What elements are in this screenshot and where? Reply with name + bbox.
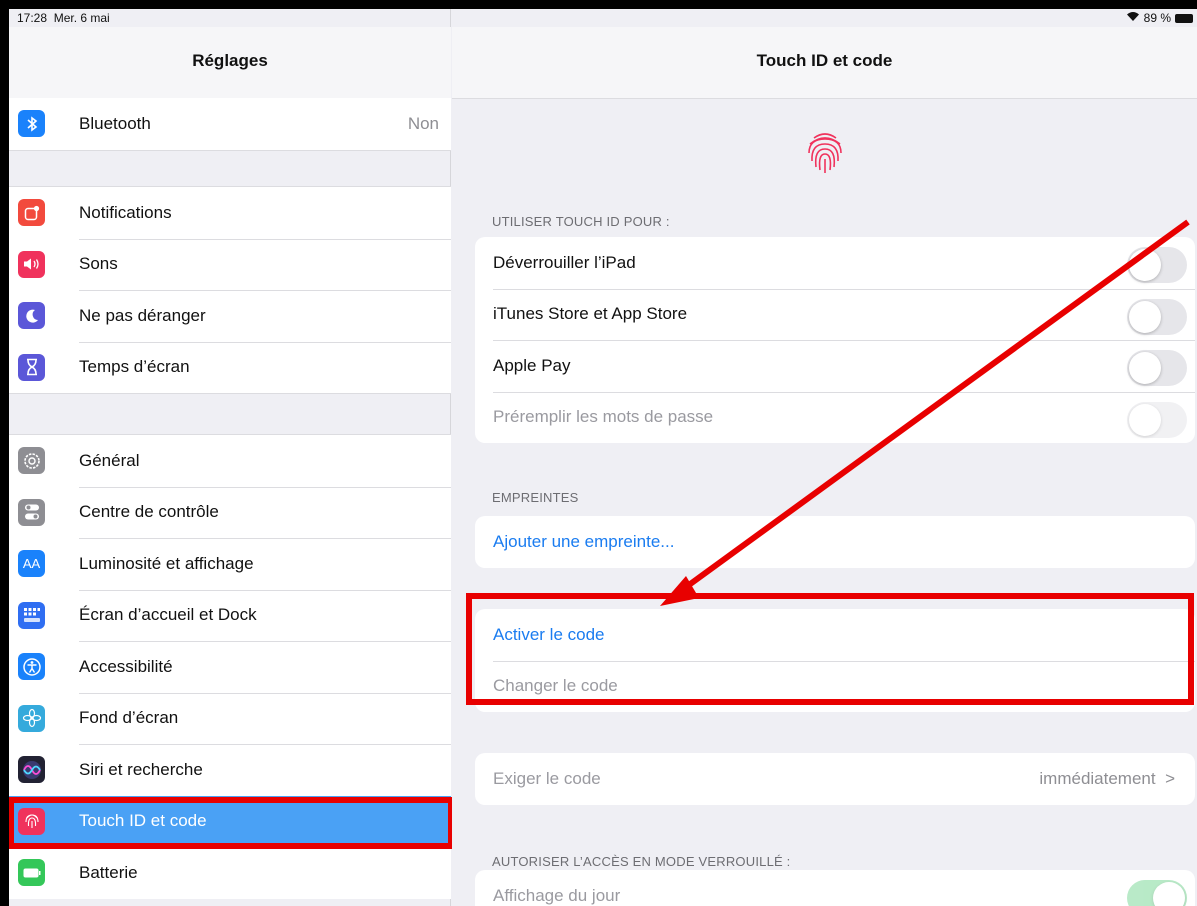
row-label: Apple Pay [493,355,571,375]
row-label: Déverrouiller l’iPad [493,252,636,272]
wifi-icon [1126,11,1140,25]
notifications-icon [18,199,45,226]
battery-percentage: 89 % [1143,11,1171,25]
bluetooth-icon [18,110,45,137]
sidebar-item-sons[interactable]: Sons [9,238,451,291]
sidebar-item-general[interactable]: Général [9,435,451,487]
speaker-icon [18,250,45,278]
sidebar-item-accessibilite[interactable]: Accessibilité [9,641,451,693]
require-code-value: immédiatement > [1039,768,1175,788]
sidebar-group-notifications: Notifications Sons Ne pas déranger Temps… [9,186,451,394]
fingerprint-icon [808,133,842,173]
sidebar-item-label: Bluetooth [79,113,151,133]
change-code-button[interactable]: Changer le code [475,660,1195,713]
row-label: Affichage du jour [493,885,621,905]
fingerprints-card: Ajouter une empreinte... [475,516,1195,568]
row-deverrouiller-ipad: Déverrouiller l’iPad [475,237,1195,289]
home-grid-icon [18,601,45,629]
touch-id-options-card: Déverrouiller l’iPad iTunes Store et App… [475,237,1195,443]
row-label: Préremplir les mots de passe [493,407,714,427]
sidebar-item-label: Accessibilité [79,656,173,676]
row-label: Ajouter une empreinte... [493,531,675,551]
sidebar-title: Réglages [192,51,268,70]
sidebar-item-label: Notifications [79,202,172,222]
toggles-icon [18,498,45,526]
autofill-passwords-toggle[interactable] [1127,401,1187,438]
sidebar-item-label: Écran d’accueil et Dock [79,605,257,625]
itunes-app-store-toggle[interactable] [1127,298,1187,335]
sidebar-item-label: Ne pas déranger [79,305,206,325]
sidebar-header: Réglages [9,27,451,99]
sidebar-item-temps-ecran[interactable]: Temps d’écran [9,341,451,394]
accessibility-icon [18,653,45,680]
battery-icon [1175,13,1193,23]
locked-access-card: Affichage du jour [475,870,1195,906]
chevron-right-icon: > [1165,768,1175,788]
sidebar-item-centre-de-controle[interactable]: Centre de contrôle [9,486,451,539]
row-preremplir-mots-de-passe: Préremplir les mots de passe [475,391,1195,444]
sidebar-item-label: Siri et recherche [79,759,203,779]
sidebar-item-label: Batterie [79,862,138,882]
sidebar-item-label: Touch ID et code [79,811,207,831]
apple-pay-toggle[interactable] [1127,350,1187,386]
sidebar-group-general: Général Centre de contrôle AA Luminosité… [9,434,451,899]
sidebar-item-bluetooth[interactable]: Bluetooth Non [9,98,451,150]
sidebar-item-label: Centre de contrôle [79,502,219,522]
battery-icon [18,859,45,886]
sidebar-group-connectivity: Bluetooth Non [9,98,451,151]
sidebar-item-batterie[interactable]: Batterie [9,847,451,899]
gear-icon [18,447,45,474]
row-label: Exiger le code [493,768,601,788]
section-header-locked-access: AUTORISER L’ACCÈS EN MODE VERROUILLÉ : [492,854,791,869]
status-right: 89 % [1126,11,1193,25]
sidebar-item-label: Temps d’écran [79,357,190,377]
status-time: 17:28 Mer. 6 mai [17,11,110,25]
activate-code-button[interactable]: Activer le code [475,609,1195,661]
add-fingerprint-button[interactable]: Ajouter une empreinte... [475,516,1195,568]
detail-pane: Touch ID et code UTILISER TOUCH ID POUR … [452,9,1197,906]
settings-sidebar: Réglages Bluetooth Non Notifications Son… [9,9,454,906]
row-apple-pay: Apple Pay [475,340,1195,392]
row-itunes-app-store: iTunes Store et App Store [475,288,1195,341]
siri-icon [18,756,45,783]
section-header-empreintes: EMPREINTES [492,490,579,505]
today-view-toggle[interactable] [1127,880,1187,906]
sidebar-item-luminosite[interactable]: AA Luminosité et affichage [9,538,451,590]
sidebar-item-fond-ecran[interactable]: Fond d’écran [9,692,451,745]
unlock-ipad-toggle[interactable] [1127,247,1187,283]
row-label: Changer le code [493,676,618,696]
hourglass-icon [18,353,45,381]
section-header-touch-id: UTILISER TOUCH ID POUR : [492,214,670,229]
detail-title: Touch ID et code [756,51,893,70]
row-label: Activer le code [493,624,605,644]
moon-icon [18,302,45,329]
sidebar-item-ecran-accueil-dock[interactable]: Écran d’accueil et Dock [9,589,451,642]
detail-header: Touch ID et code [452,27,1197,99]
sidebar-item-touch-id-code[interactable]: Touch ID et code [9,795,451,847]
fingerprint-icon [18,807,45,835]
sidebar-item-siri[interactable]: Siri et recherche [9,744,451,796]
sidebar-item-label: Fond d’écran [79,708,179,728]
text-size-icon: AA [18,550,45,577]
flower-icon [18,704,45,732]
ipad-screen: Réglages Bluetooth Non Notifications Son… [9,9,1197,906]
row-label: iTunes Store et App Store [493,304,688,324]
require-code-row[interactable]: Exiger le code immédiatement > [475,753,1195,805]
bluetooth-status-value: Non [407,113,439,133]
sidebar-item-label: Général [79,450,140,470]
sidebar-item-notifications[interactable]: Notifications [9,187,451,239]
sidebar-item-ne-pas-deranger[interactable]: Ne pas déranger [9,290,451,342]
row-affichage-du-jour: Affichage du jour [475,870,1195,906]
sidebar-item-label: Luminosité et affichage [79,553,254,573]
sidebar-item-label: Sons [79,254,118,274]
require-code-card: Exiger le code immédiatement > [475,753,1195,805]
passcode-card: Activer le code Changer le code [475,609,1195,712]
